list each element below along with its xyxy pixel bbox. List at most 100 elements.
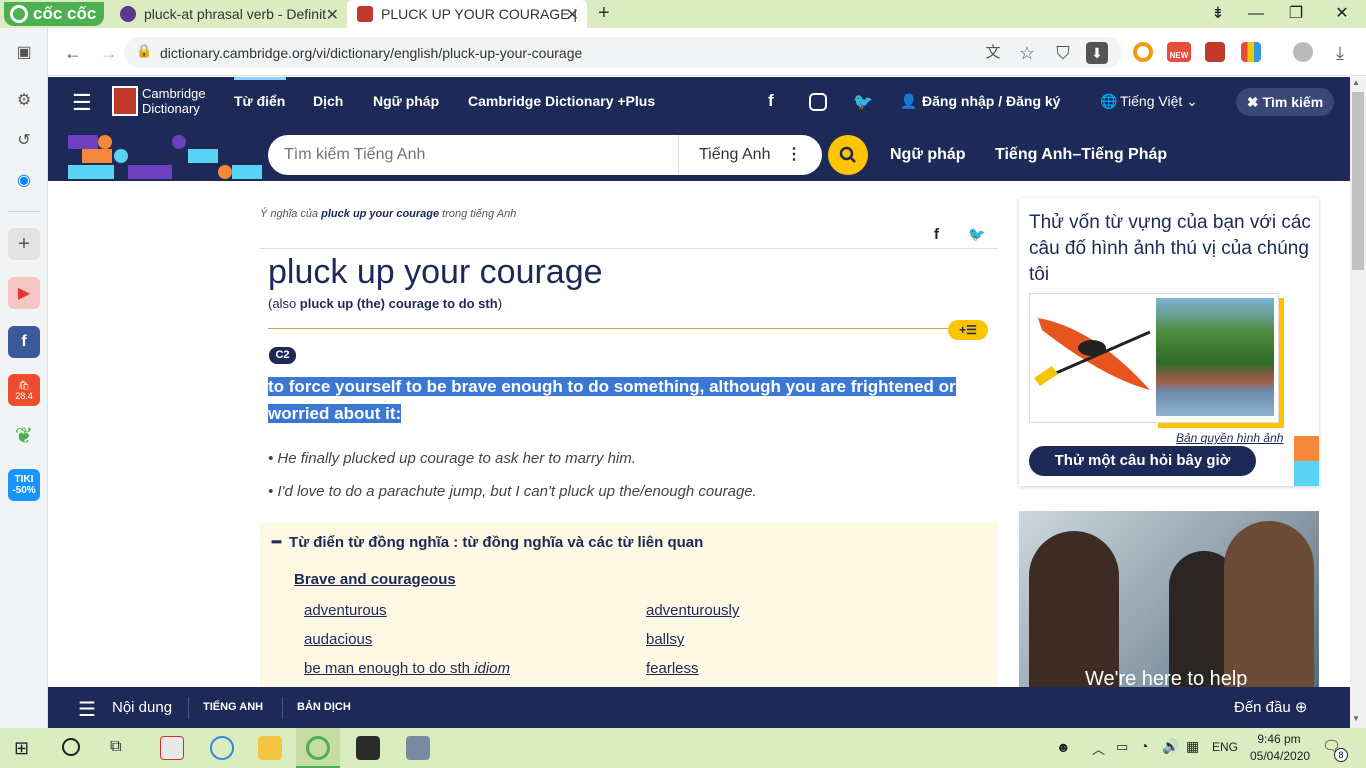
synonym-link[interactable]: audacious [304,631,372,648]
scroll-down-icon[interactable]: ▼ [1352,714,1360,723]
new-badge: NEW [1169,51,1189,60]
language-selector[interactable]: Tiếng Việt ⌄ [1120,93,1198,110]
battery-icon[interactable]: ▭ [1116,739,1128,755]
decorative-block [1294,461,1319,486]
also-form: (also pluck up (the) courage to do sth) [268,296,502,311]
download-video-icon[interactable]: ⬇ [1086,42,1108,64]
nav-tu-dien[interactable]: Từ điển [234,93,285,109]
search-language-dropdown[interactable]: Tiếng Anh ⋮ [678,135,822,175]
tray-chevron-icon[interactable]: ︿ [1092,739,1105,758]
close-window-button[interactable]: ✕ [1322,2,1362,26]
nav-dich[interactable]: Dịch [313,93,343,109]
synonym-link[interactable]: ballsy [646,631,684,648]
synonym-link[interactable]: adventurously [646,602,739,619]
file-explorer-icon[interactable] [258,736,282,760]
scroll-up-icon[interactable]: ▲ [1352,78,1360,87]
nav-plus[interactable]: Cambridge Dictionary +Plus [468,93,655,109]
ad-person-3 [1224,521,1314,687]
facebook-app-icon[interactable]: f [8,326,40,358]
subnav-ngu-phap[interactable]: Ngữ pháp [890,146,966,164]
sidebar-toggle-icon[interactable]: ▣ [8,36,40,68]
also-word[interactable]: pluck up (the) courage to do sth [300,296,498,311]
taskbar-app-icon[interactable] [160,736,184,760]
add-to-wordlist-button[interactable]: +☰ [948,320,988,340]
tab-translation[interactable]: BẢN DỊCH [297,701,351,713]
history-icon[interactable]: ↺ [8,124,40,156]
tiki-icon[interactable]: TIKI -50% [8,469,40,501]
logo-line-1: Cambridge [142,86,206,101]
messenger-icon[interactable]: ◉ [8,164,40,196]
downloads-icon[interactable]: ⤓ [1327,40,1353,66]
thesaurus-group-link[interactable]: Brave and courageous [294,571,456,588]
tab-pluck-up-your-courage[interactable]: PLUCK UP YOUR COURAGE | ✕ [347,0,587,28]
translate-icon[interactable]: ⽂ [980,40,1006,66]
new-extension-icon[interactable]: NEW [1167,42,1191,62]
login-link[interactable]: Đăng nhập / Đăng ký [922,93,1060,109]
cortana-search-icon[interactable] [62,738,80,756]
synonym-link[interactable]: fearless [646,660,699,677]
synonym-link[interactable]: be man enough to do sth idiom [304,660,510,677]
bookmark-star-icon[interactable]: ☆ [1014,40,1040,66]
share-twitter-icon[interactable]: 🐦 [968,226,985,243]
close-tab-icon[interactable]: ✕ [326,5,339,25]
example-sentence: • He finally plucked up courage to ask h… [268,450,636,467]
subnav-anh-phap[interactable]: Tiếng Anh–Tiếng Pháp [995,146,1167,164]
more-options-icon: ⋮ [786,146,802,163]
synonym-link[interactable]: adventurous [304,602,387,619]
new-tab-button[interactable]: + [598,2,610,25]
youtube-icon[interactable]: ▶ [8,277,40,309]
menu-icon[interactable]: ☰ [78,697,96,722]
ad-banner[interactable] [1019,511,1319,687]
try-quiz-button[interactable]: Thử một câu hỏi bây giờ [1029,446,1256,476]
forward-button[interactable]: → [96,40,122,66]
people-icon[interactable]: ☻ [1056,739,1071,755]
shopee-date: 28.4 [15,390,33,401]
image-credits-link[interactable]: Bản quyền hình ảnh [1176,431,1283,445]
coccoc-leaf-icon[interactable]: ❦ [8,420,40,452]
coccoc-extension-icon[interactable] [1133,42,1153,62]
windows-start-icon[interactable]: ⊞ [14,738,29,759]
thesaurus-heading[interactable]: ━ Từ điển từ đồng nghĩa : từ đồng nghĩa v… [272,533,703,551]
close-tab-icon[interactable]: ✕ [566,5,579,25]
minimize-button[interactable]: — [1236,2,1276,26]
taskbar-app-icon-2[interactable] [406,736,430,760]
hamburger-menu-icon[interactable]: ☰ [72,90,92,116]
color-extension-icon[interactable] [1241,42,1261,62]
twitter-icon[interactable]: 🐦 [853,92,873,112]
instagram-icon[interactable] [809,93,827,111]
facebook-icon[interactable]: f [768,91,774,111]
tab-pluck-at[interactable]: pluck-at phrasal verb - Definit ✕ [110,0,347,28]
back-button[interactable]: ← [60,40,86,66]
nav-ngu-phap[interactable]: Ngữ pháp [373,93,439,109]
shield-icon[interactable]: ⛉ [1050,40,1076,66]
search-button[interactable] [828,135,868,175]
volume-icon[interactable]: 🔊 [1162,738,1179,755]
taskbar-paint-icon[interactable] [210,736,234,760]
url-bar[interactable]: 🔒 dictionary.cambridge.org/vi/dictionary/… [124,37,1122,68]
back-to-top-button[interactable]: Đến đầu ⊕ [1234,698,1307,716]
cambridge-logo[interactable]: Cambridge Dictionary [142,86,206,116]
add-app-icon[interactable]: + [8,228,40,260]
cambridge-favicon-icon [357,6,373,22]
scrollbar-thumb[interactable] [1352,92,1364,270]
notification-count: 8 [1334,748,1348,762]
search-input[interactable] [284,143,664,167]
settings-icon[interactable]: ⚙ [8,84,40,116]
shopee-icon[interactable]: 🛍 28.4 [8,374,40,406]
tab-list-icon[interactable]: ⇟ [1198,2,1238,26]
red-extension-icon[interactable] [1205,42,1225,62]
level-badge[interactable]: C2 [269,347,296,364]
search-toggle-button[interactable]: ✖ Tìm kiếm [1236,88,1334,116]
task-view-icon[interactable]: ⧉ [110,738,121,756]
profile-avatar[interactable] [1293,42,1313,62]
tab-english[interactable]: TIẾNG ANH [203,701,263,713]
keyboard-icon[interactable]: ▦ [1186,738,1199,755]
wifi-icon[interactable]: ◔ [1140,738,1148,754]
clock[interactable]: 9:46 pm 05/04/2020 [1250,731,1310,765]
maximize-button[interactable]: ❐ [1276,2,1316,26]
taskbar-notes-icon[interactable] [356,736,380,760]
share-facebook-icon[interactable]: f [934,226,939,243]
contents-button[interactable]: Nội dung [112,699,172,716]
coccoc-menu-button[interactable]: cốc cốc [4,2,104,26]
input-language[interactable]: ENG [1212,740,1238,754]
